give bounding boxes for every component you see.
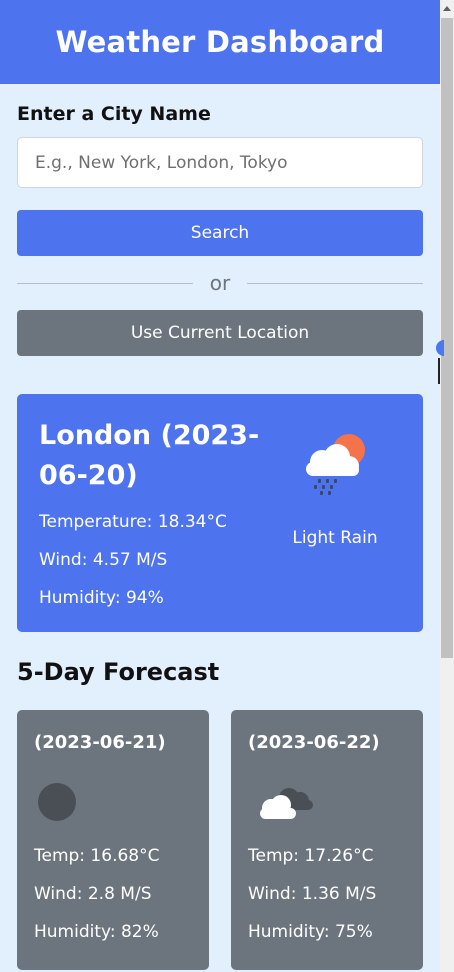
current-wind: Wind: 4.57 M/S <box>39 550 168 570</box>
current-city-date: London (2023-06-20) <box>39 420 260 491</box>
edge-marker-line <box>438 358 440 384</box>
or-divider: or <box>17 270 423 296</box>
overcast-icon <box>38 783 76 821</box>
divider-line-right <box>247 282 423 284</box>
forecast-card: (2023-06-21) Temp: 16.68°C Wind: 2.8 M/S… <box>17 710 209 970</box>
city-search-input[interactable] <box>17 137 423 188</box>
forecast-list: (2023-06-21) Temp: 16.68°C Wind: 2.8 M/S… <box>17 710 423 970</box>
forecast-heading: 5-Day Forecast <box>17 658 220 686</box>
forecast-card: (2023-06-22) Temp: 17.26°C Wind: 1.36 M/… <box>231 710 423 970</box>
search-section: Enter a City Name Search or Use Current … <box>0 103 440 356</box>
current-weather-card: London (2023-06-20) Temperature: 18.34°C… <box>17 394 423 632</box>
scroll-up-arrow-icon[interactable] <box>443 6 451 11</box>
city-input-label: Enter a City Name <box>17 103 211 125</box>
weather-dashboard-page: Weather Dashboard Enter a City Name Sear… <box>0 0 440 972</box>
forecast-temp: Temp: 17.26°C <box>248 846 374 866</box>
current-weather-description: Light Rain <box>292 528 378 548</box>
forecast-wind: Wind: 1.36 M/S <box>248 884 377 904</box>
current-temperature: Temperature: 18.34°C <box>39 512 227 532</box>
current-humidity: Humidity: 94% <box>39 588 164 608</box>
use-current-location-button[interactable]: Use Current Location <box>17 310 423 356</box>
divider-or-text: or <box>209 271 231 295</box>
forecast-wind: Wind: 2.8 M/S <box>34 884 152 904</box>
forecast-date: (2023-06-22) <box>248 732 380 753</box>
divider-line-left <box>17 282 193 284</box>
broken-clouds-icon <box>260 788 313 819</box>
scrollbar-thumb[interactable] <box>441 18 453 658</box>
forecast-date: (2023-06-21) <box>34 732 166 753</box>
vertical-scrollbar[interactable] <box>436 0 454 972</box>
search-button[interactable]: Search <box>17 210 423 256</box>
forecast-humidity: Humidity: 75% <box>248 922 373 942</box>
forecast-temp: Temp: 16.68°C <box>34 846 160 866</box>
app-header: Weather Dashboard <box>0 0 440 84</box>
page-title: Weather Dashboard <box>55 25 385 59</box>
light-rain-icon <box>306 434 365 495</box>
forecast-humidity: Humidity: 82% <box>34 922 159 942</box>
